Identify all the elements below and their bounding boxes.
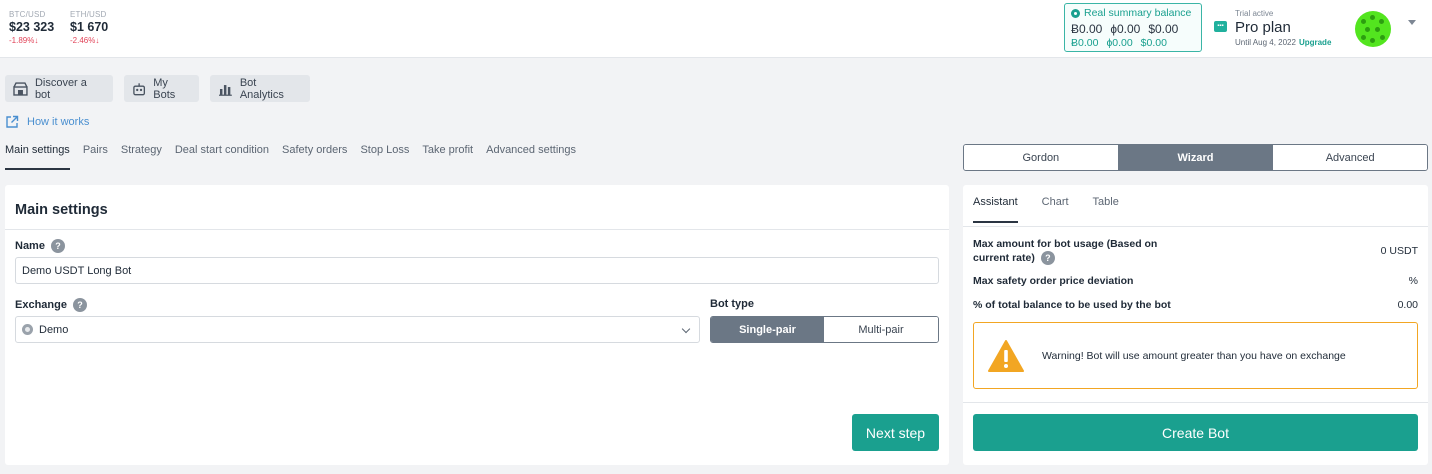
balance-usd-secondary: $0.00 [1140,37,1167,49]
bot-name-input[interactable]: Demo USDT Long Bot [15,257,939,284]
tab-assistant[interactable]: Assistant [973,196,1018,223]
tab-chart[interactable]: Chart [1042,196,1069,223]
mode-wizard[interactable]: Wizard [1118,145,1274,170]
settings-steps-tabs: Main settings Pairs Strategy Deal start … [5,144,576,170]
balance-pct-label: % of total balance to be used by the bot [973,299,1171,311]
deviation-row: Max safety order price deviation % [973,275,1418,287]
mode-advanced[interactable]: Advanced [1273,145,1427,170]
tab-deal-start-condition[interactable]: Deal start condition [175,144,269,170]
analytics-icon [218,84,232,96]
deviation-value: % [1408,275,1418,287]
balance-status-icon [1071,8,1080,18]
avatar[interactable] [1355,11,1391,47]
deviation-label: Max safety order price deviation [973,275,1134,287]
balance-usd: $0.00 [1148,22,1179,36]
max-amount-label-line2: current rate) [973,252,1035,264]
balance-btc-secondary: Ƀ0.00 [1071,37,1099,49]
plan-status: Trial active [1235,9,1274,18]
divider [963,402,1428,403]
bot-analytics-button[interactable]: Bot Analytics [210,75,310,102]
how-it-works-label: How it works [27,116,90,128]
tab-take-profit[interactable]: Take profit [422,144,473,170]
max-amount-label-line1: Max amount for bot usage (Based on [973,238,1158,250]
tab-table[interactable]: Table [1093,196,1119,223]
bot-name-value: Demo USDT Long Bot [22,264,132,277]
multi-pair-button[interactable]: Multi-pair [824,317,938,342]
balance-btc: Ƀ0.00 [1071,22,1103,36]
assistant-panel: Assistant Chart Table Max amount for bot… [963,185,1428,465]
ticker-change: -1.89%↓ [9,36,39,45]
exchange-label-text: Exchange [15,299,67,311]
ticker-btc[interactable]: BTC/USD $23 323 -1.89%↓ [9,10,54,45]
tab-safety-orders[interactable]: Safety orders [282,144,347,170]
assistant-tabs: Assistant Chart Table [973,196,1119,223]
external-link-icon [6,115,19,128]
bot-type-label-text: Bot type [710,298,754,310]
balance-eth-secondary: ɸ0.00 [1106,37,1133,49]
exchange-value: Demo [39,323,69,336]
ticker-price: $23 323 [9,20,55,34]
balance-eth: ɸ0.00 [1110,22,1141,36]
tab-main-settings[interactable]: Main settings [5,144,70,170]
max-amount-row: Max amount for bot usage (Based on curre… [973,237,1418,265]
warning-text: Warning! Bot will use amount greater tha… [1042,349,1346,362]
chevron-down-icon [681,324,691,334]
ticker-change: -2.46%↓ [70,36,100,45]
balance-pct-row: % of total balance to be used by the bot… [973,299,1418,311]
ticker-price: $1 670 [70,20,109,34]
main-settings-panel: Main settings Name ? Demo USDT Long Bot … [5,185,949,465]
balance-pct-value: 0.00 [1397,299,1418,311]
ticker-pair: BTC/USD [9,10,46,19]
divider [5,229,949,230]
warning-icon [988,339,1024,372]
my-bots-label: My Bots [153,76,176,101]
mode-gordon[interactable]: Gordon [964,145,1119,170]
create-bot-button[interactable]: Create Bot [973,414,1418,451]
plan-icon: ▪▪▪ [1214,21,1227,32]
help-icon[interactable]: ? [1040,251,1055,265]
plan-until: Until Aug 4, 2022 Upgrade [1235,38,1331,47]
tab-advanced-settings[interactable]: Advanced settings [486,144,576,170]
plan-until-date: Until Aug 4, 2022 [1235,38,1296,47]
panel-title: Main settings [15,202,108,218]
ticker-eth[interactable]: ETH/USD $1 670 -2.46%↓ [70,10,108,45]
upgrade-link[interactable]: Upgrade [1299,38,1331,47]
exchange-icon [22,324,33,335]
exchange-label: Exchange ? [15,298,87,312]
exchange-select[interactable]: Demo [15,316,700,343]
max-amount-value: 0 USDT [1380,245,1418,257]
divider [963,226,1428,227]
single-pair-button[interactable]: Single-pair [711,317,824,342]
mode-switch: Gordon Wizard Advanced [963,144,1428,171]
summary-balance[interactable]: Real summary balance Ƀ0.00 ɸ0.00 $0.00 Ƀ… [1064,3,1202,52]
tab-stop-loss[interactable]: Stop Loss [360,144,409,170]
tab-pairs[interactable]: Pairs [83,144,108,170]
name-label-text: Name [15,240,45,252]
next-step-button[interactable]: Next step [852,414,939,451]
name-label: Name ? [15,239,65,253]
discover-bot-button[interactable]: Discover a bot [5,75,113,102]
top-bar: BTC/USD $23 323 -1.89%↓ ETH/USD $1 670 -… [0,0,1432,58]
warning-box: Warning! Bot will use amount greater tha… [973,322,1418,389]
tab-strategy[interactable]: Strategy [121,144,162,170]
bot-type-label: Bot type [710,298,754,310]
balance-title: Real summary balance [1084,7,1192,19]
plan-name: Pro plan [1235,19,1291,36]
ticker-pair: ETH/USD [70,10,107,19]
account-menu-chevron-icon[interactable] [1408,20,1416,25]
bot-type-toggle: Single-pair Multi-pair [710,316,939,343]
bot-icon [133,82,146,95]
help-icon[interactable]: ? [50,239,65,253]
bot-analytics-label: Bot Analytics [239,76,284,101]
bot-store-icon [13,81,28,96]
my-bots-button[interactable]: My Bots [124,75,199,102]
help-icon[interactable]: ? [72,298,87,312]
how-it-works-link[interactable]: How it works [5,115,89,129]
discover-bot-label: Discover a bot [34,76,87,101]
